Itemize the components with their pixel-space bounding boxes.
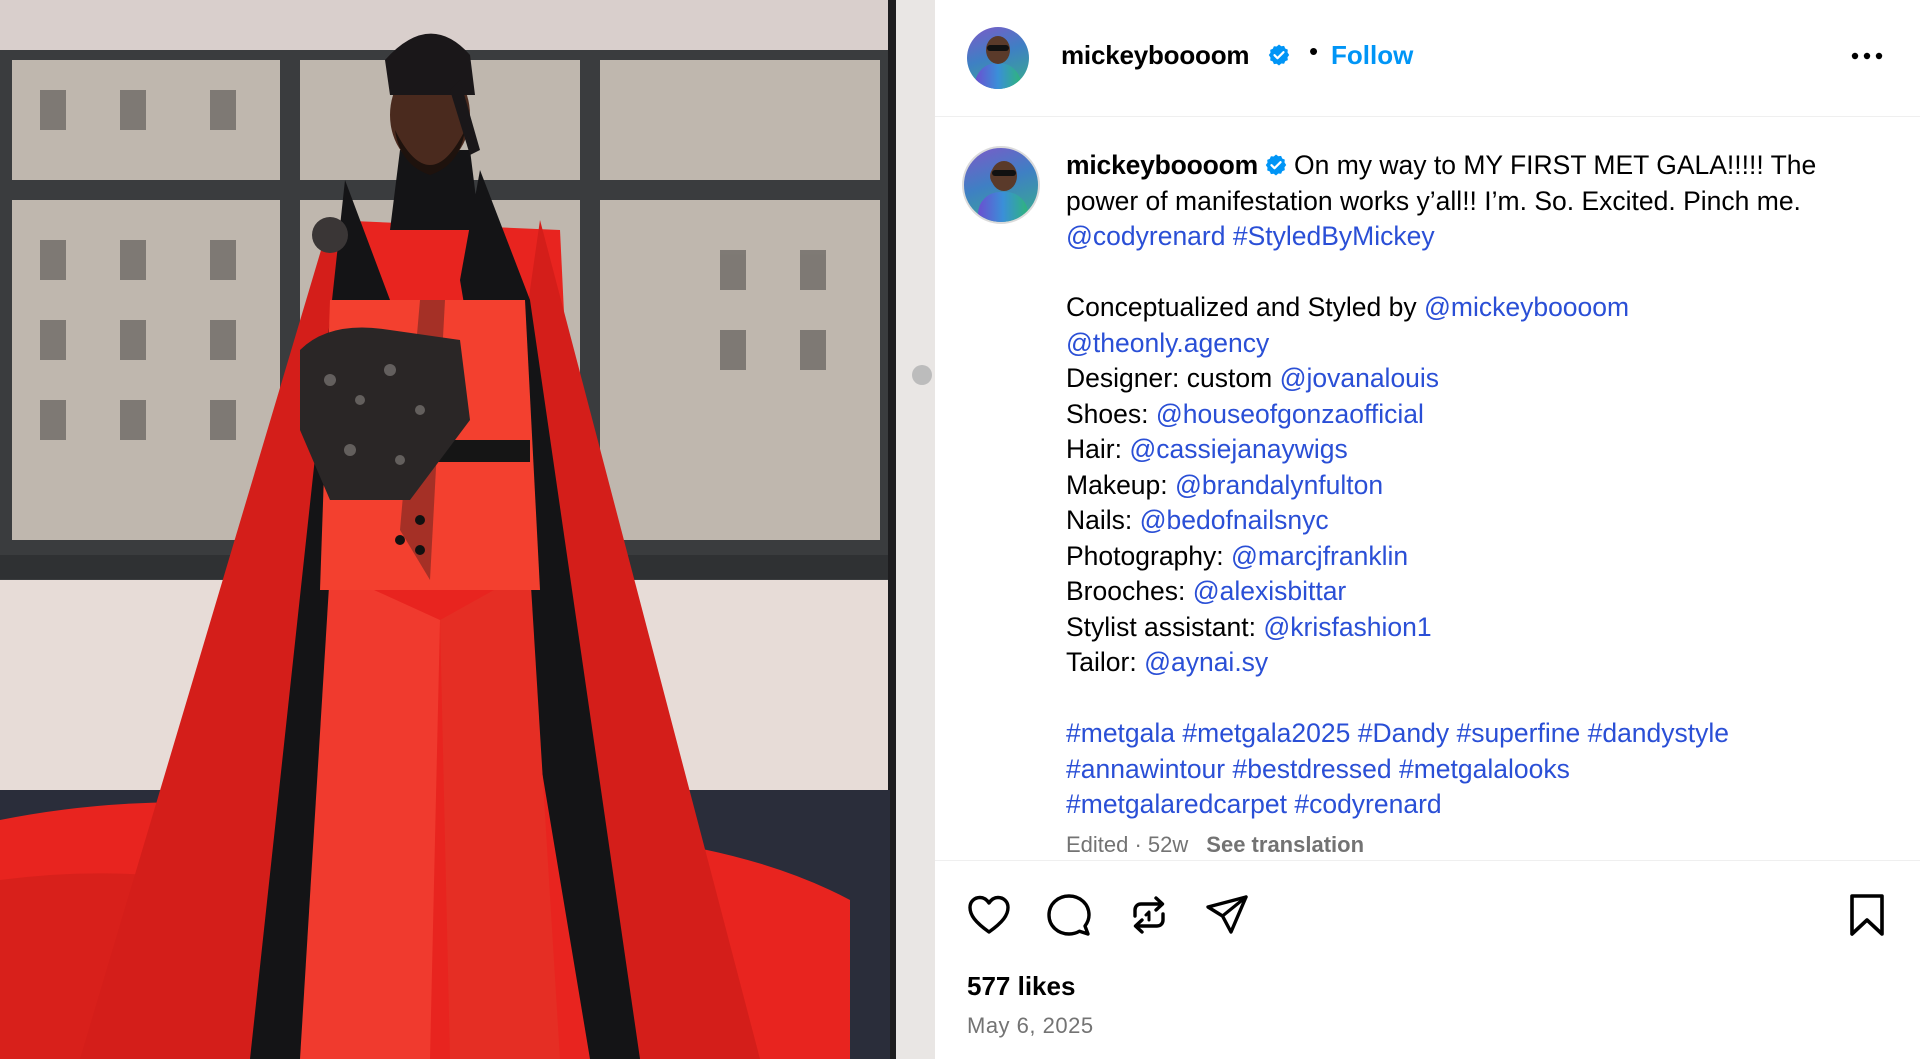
caption-author-avatar[interactable] [962, 146, 1040, 224]
credit-line: Hair: @cassiejanaywigs [1066, 432, 1886, 468]
hashtag-link[interactable]: #superfine [1456, 718, 1580, 748]
caption-username[interactable]: mickeyboooom [1066, 150, 1258, 180]
hashtag-link[interactable]: #metgala2025 [1182, 718, 1350, 748]
mention-link[interactable]: @houseofgonzaofficial [1156, 399, 1424, 429]
hashtag-link[interactable]: #StyledByMickey [1233, 221, 1435, 251]
comment-icon[interactable] [1045, 891, 1093, 939]
credit-line: Stylist assistant: @krisfashion1 [1066, 610, 1886, 646]
share-icon[interactable] [1203, 891, 1251, 939]
mention-link[interactable]: @mickeyboooom [1424, 292, 1629, 322]
credit-label: Shoes: [1066, 398, 1156, 429]
header-separator: • [1309, 36, 1319, 66]
mention-link[interactable]: @theonly.agency [1066, 328, 1269, 358]
more-options-icon[interactable] [1847, 44, 1887, 68]
author-username[interactable]: mickeyboooom [1061, 40, 1250, 71]
caption-section: mickeyboooom On my way to MY FIRST MET G… [935, 118, 1920, 860]
credit-line: Makeup: @brandalynfulton [1066, 468, 1886, 504]
mention-link[interactable]: @aynai.sy [1144, 647, 1268, 677]
credit-label: Designer: custom [1066, 363, 1280, 393]
credit-line: Tailor: @aynai.sy [1066, 645, 1886, 681]
mention-link[interactable]: @jovanalouis [1280, 363, 1440, 393]
heart-icon[interactable] [965, 891, 1013, 939]
caption-text: mickeyboooom On my way to MY FIRST MET G… [1066, 148, 1886, 823]
post-header: mickeyboooom • Follow [935, 0, 1920, 117]
credit-label: Conceptualized and Styled by [1066, 292, 1424, 322]
hashtag-link[interactable]: #codyrenard [1294, 789, 1441, 819]
caption-intro: mickeyboooom On my way to MY FIRST MET G… [1066, 148, 1886, 255]
mention-link[interactable]: @bedofnailsnyc [1140, 505, 1329, 535]
hashtag-link[interactable]: #metgala [1066, 718, 1175, 748]
credit-label: Tailor: [1066, 647, 1145, 677]
mention-link[interactable]: @marcjfranklin [1231, 541, 1408, 571]
mention-link[interactable]: @codyrenard [1066, 221, 1225, 251]
edited-timestamp: Edited · 52w [1066, 832, 1189, 857]
credit-label: Nails: [1066, 505, 1140, 535]
credits-list: Conceptualized and Styled by @mickeybooo… [1066, 290, 1886, 681]
mention-link[interactable]: @alexisbittar [1193, 576, 1347, 606]
credit-line: Designer: custom @jovanalouis [1066, 361, 1886, 397]
credit-line: Nails: @bedofnailsnyc [1066, 503, 1886, 539]
hashtag-link[interactable]: #metgalaredcarpet [1066, 789, 1287, 819]
credit-line: Shoes: @houseofgonzaofficial [1066, 397, 1886, 433]
mention-link[interactable]: @cassiejanaywigs [1129, 434, 1347, 464]
credit-line: Conceptualized and Styled by @mickeybooo… [1066, 290, 1886, 326]
bookmark-icon[interactable] [1843, 891, 1891, 939]
hashtag-link[interactable]: #metgalalooks [1399, 754, 1570, 784]
hashtag-link[interactable]: #dandystyle [1588, 718, 1729, 748]
verified-badge-icon [1268, 44, 1290, 66]
hashtag-link[interactable]: #Dandy [1358, 718, 1449, 748]
likes-count[interactable]: 577 likes [967, 971, 1075, 1002]
post-details-panel: mickeyboooom • Follow mickeyboooom On my… [935, 0, 1920, 1059]
hashtag-line: #metgala #metgala2025 #Dandy #superfine … [1066, 716, 1886, 752]
mention-link[interactable]: @krisfashion1 [1263, 612, 1431, 642]
hashtag-line: #metgalaredcarpet #codyrenard [1066, 787, 1886, 823]
follow-button[interactable]: Follow [1331, 40, 1413, 71]
caption-meta: Edited · 52w See translation [1066, 832, 1364, 858]
credit-line: @theonly.agency [1066, 326, 1886, 362]
author-avatar[interactable] [967, 27, 1029, 89]
credit-label: Makeup: [1066, 469, 1176, 500]
verified-badge-icon [1265, 154, 1287, 176]
credit-label: Brooches: [1066, 576, 1193, 606]
credit-label: Hair: [1066, 434, 1130, 464]
hashtag-line: #annawintour #bestdressed #metgalalooks [1066, 752, 1886, 788]
hashtag-link[interactable]: #bestdressed [1233, 754, 1392, 784]
see-translation-link[interactable]: See translation [1206, 832, 1364, 857]
mention-link[interactable]: @brandalynfulton [1175, 470, 1383, 500]
hashtag-link[interactable]: #annawintour [1066, 754, 1225, 784]
post-date: May 6, 2025 [967, 1013, 1094, 1038]
credit-label: Stylist assistant: [1066, 611, 1264, 642]
hashtags: #metgala #metgala2025 #Dandy #superfine … [1066, 716, 1886, 823]
credit-line: Brooches: @alexisbittar [1066, 574, 1886, 610]
post-image[interactable] [0, 0, 935, 1059]
repost-icon[interactable] [1125, 891, 1173, 939]
post-photo-illustration [0, 0, 935, 1059]
credit-line: Photography: @marcjfranklin [1066, 539, 1886, 575]
credit-label: Photography: [1066, 540, 1232, 571]
post-actions-footer: 577 likes May 6, 2025 [935, 860, 1920, 1059]
